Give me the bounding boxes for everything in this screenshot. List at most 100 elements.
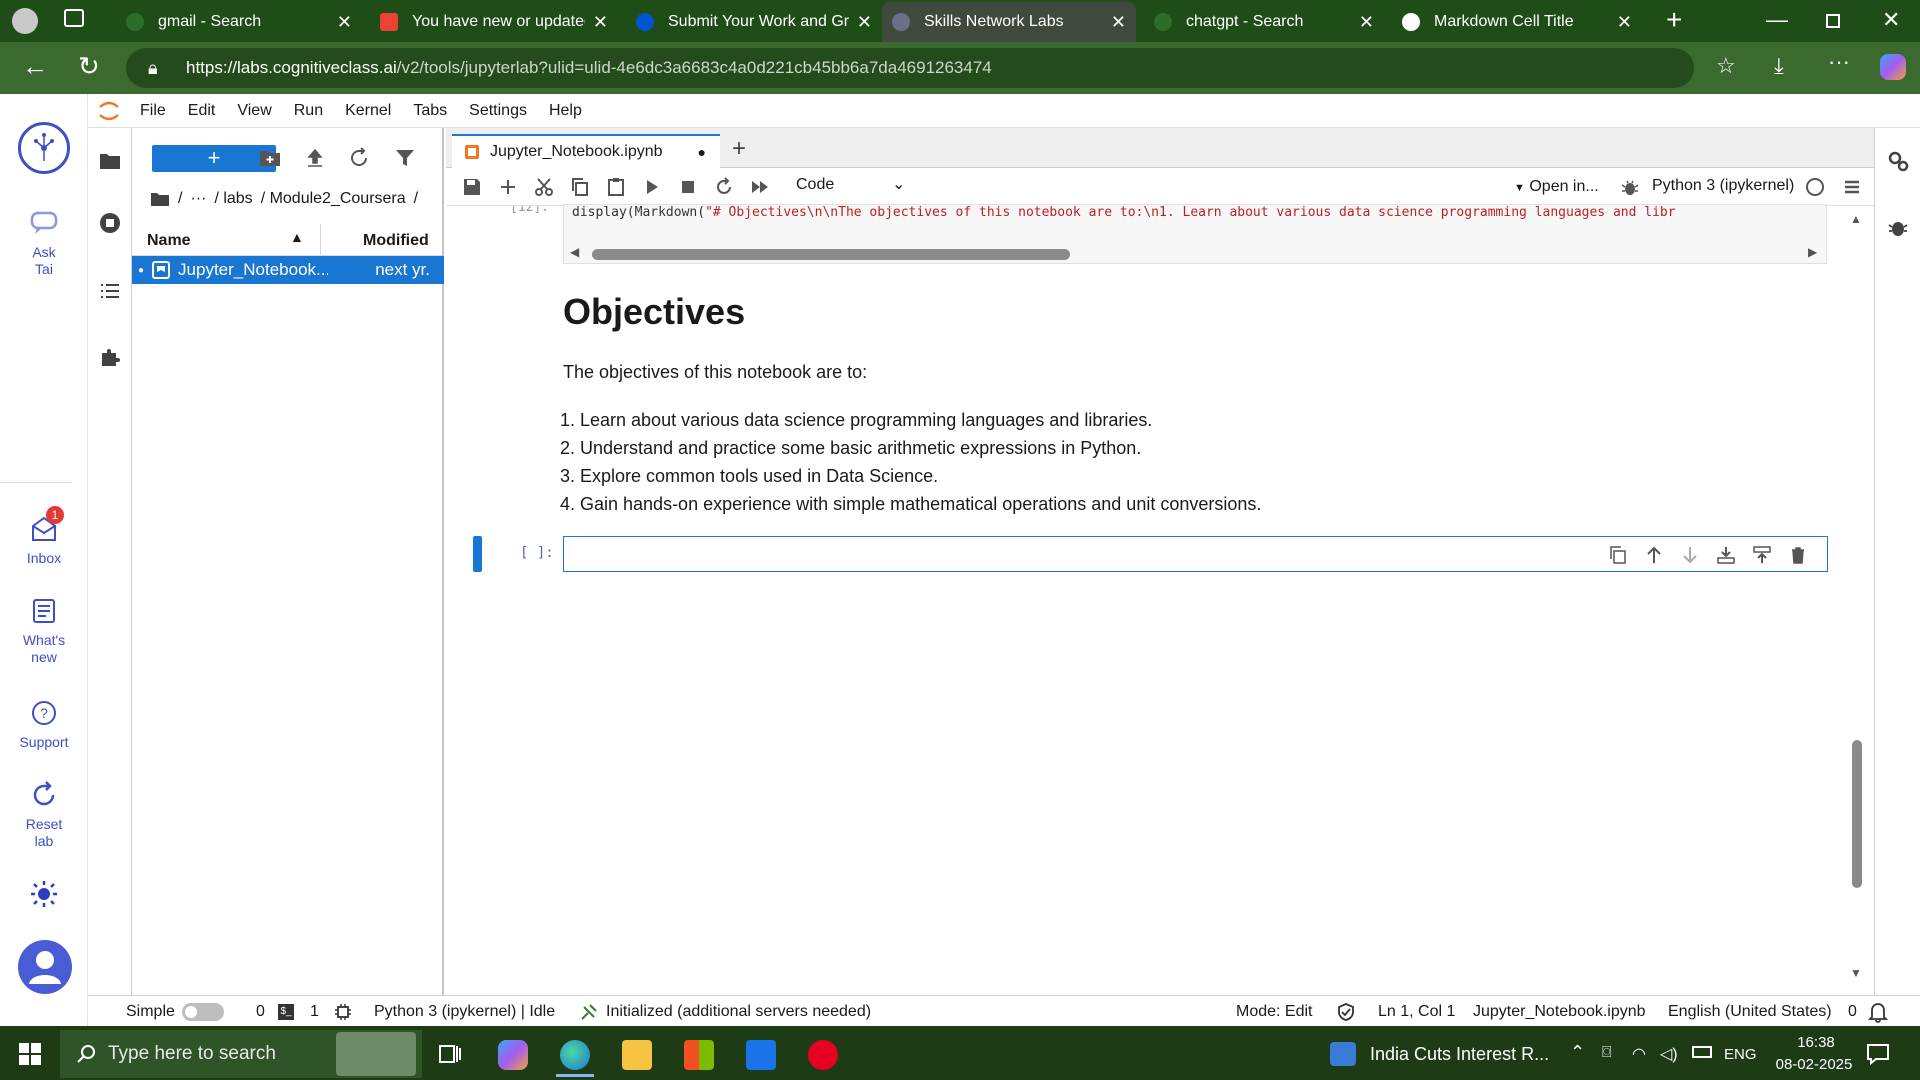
copilot-app-icon[interactable] [498, 1040, 528, 1070]
rail-item-reset-lab[interactable]: Reset lab [0, 780, 88, 850]
new-launcher-button[interactable]: + [152, 145, 276, 172]
extensions-puzzle-icon[interactable] [99, 346, 121, 368]
pinterest-app-icon[interactable] [808, 1040, 838, 1070]
microsoft-store-icon[interactable] [684, 1040, 714, 1070]
kernel-name[interactable]: Python 3 (ipykernel) [1652, 177, 1794, 195]
news-headline[interactable]: India Cuts Interest R... [1370, 1044, 1549, 1065]
insert-cell-icon[interactable] [498, 177, 518, 197]
stop-icon[interactable] [678, 177, 698, 197]
battery-icon[interactable] [1692, 1046, 1712, 1058]
address-bar[interactable]: 🔒︎ https://labs.cognitiveclass.ai/v2/too… [126, 48, 1694, 88]
insert-below-icon[interactable] [1716, 545, 1736, 565]
maximize-window-icon[interactable] [1826, 14, 1840, 28]
restart-icon[interactable] [714, 177, 734, 197]
profile-avatar-icon[interactable] [12, 8, 38, 34]
browser-tab-chatgpt-search[interactable]: chatgpt - Search ✕ [1144, 2, 1384, 42]
browser-tab-markdown-cell-title[interactable]: Markdown Cell Title ✕ [1392, 2, 1642, 42]
user-avatar-icon[interactable] [18, 940, 72, 994]
news-widget-icon[interactable] [1330, 1042, 1356, 1066]
menu-view[interactable]: View [237, 102, 271, 120]
scroll-left-icon[interactable]: ◀ [570, 245, 579, 259]
horizontal-scrollbar-thumb[interactable] [592, 249, 1070, 260]
scroll-down-icon[interactable]: ▼ [1850, 966, 1862, 980]
delete-cell-icon[interactable] [1788, 545, 1808, 565]
skills-network-logo-icon[interactable] [18, 122, 70, 174]
browser-tab-gmail[interactable]: You have new or updated g ✕ [370, 2, 618, 42]
file-row-selected[interactable]: ● Jupyter_Notebook... next yr. [132, 256, 444, 284]
upload-icon[interactable] [304, 147, 326, 169]
close-tab-icon[interactable]: ✕ [1359, 12, 1374, 33]
favorites-icon[interactable]: ☆ [1716, 54, 1736, 78]
close-tab-icon[interactable]: ✕ [1111, 12, 1126, 33]
edge-browser-icon[interactable] [560, 1040, 590, 1070]
simple-mode-toggle[interactable] [182, 1003, 224, 1021]
vertical-scrollbar-thumb[interactable] [1852, 740, 1862, 888]
tab-actions-icon[interactable] [64, 9, 84, 27]
running-sessions-icon[interactable] [99, 212, 121, 234]
close-tab-icon[interactable]: ✕ [1617, 12, 1632, 33]
breadcrumb-labs[interactable]: / labs [214, 190, 252, 208]
unsaved-dot-icon[interactable]: ● [698, 144, 706, 160]
new-tab-button[interactable]: + [726, 134, 752, 164]
new-folder-icon[interactable] [259, 147, 281, 169]
cut-icon[interactable] [534, 177, 554, 197]
menu-tabs[interactable]: Tabs [413, 102, 447, 120]
menu-hamburger-icon[interactable] [1842, 177, 1862, 197]
menu-help[interactable]: Help [549, 102, 582, 120]
scroll-up-icon[interactable]: ▲ [1850, 212, 1862, 226]
close-tab-icon[interactable]: ✕ [337, 12, 352, 33]
menu-kernel[interactable]: Kernel [345, 102, 391, 120]
empty-code-cell-input[interactable] [563, 536, 1828, 572]
debugger-bug-icon[interactable] [1887, 216, 1909, 238]
terminal-count[interactable]: 0 [256, 1003, 265, 1021]
volume-icon[interactable]: ◁) [1660, 1044, 1678, 1064]
breadcrumb-root[interactable]: / [178, 190, 182, 208]
lsp-status[interactable]: Initialized (additional servers needed) [606, 1003, 871, 1021]
paste-icon[interactable] [606, 177, 626, 197]
folder-home-icon[interactable] [150, 190, 170, 208]
browser-tab-skills-network[interactable]: Skills Network Labs ✕ [882, 2, 1136, 42]
cell-type-select[interactable]: Code ⌄ [796, 176, 908, 198]
menu-edit[interactable]: Edit [188, 102, 216, 120]
clock-time[interactable]: 16:38 [1784, 1034, 1848, 1051]
breadcrumb-ellipsis[interactable]: ··· [190, 190, 206, 208]
windows-start-icon[interactable] [18, 1042, 42, 1066]
reload-icon[interactable]: ↻ [78, 53, 100, 79]
close-tab-icon[interactable]: ✕ [857, 12, 872, 33]
wifi-icon[interactable]: ◠ [1632, 1044, 1646, 1064]
cursor-position[interactable]: Ln 1, Col 1 [1378, 1003, 1455, 1021]
rail-item-inbox[interactable]: 1 Inbox [0, 506, 88, 567]
kernel-count[interactable]: 1 [310, 1003, 319, 1021]
browser-tab-gmail-search[interactable]: gmail - Search ✕ [116, 2, 362, 42]
back-arrow-icon[interactable]: ← [22, 53, 48, 79]
input-language[interactable]: ENG [1724, 1046, 1757, 1063]
copy-icon[interactable] [570, 177, 590, 197]
notification-count[interactable]: 0 [1848, 1003, 1857, 1021]
rail-item-support[interactable]: ? Support [0, 698, 88, 751]
file-explorer-icon[interactable] [622, 1040, 652, 1070]
scroll-right-icon[interactable]: ▶ [1808, 245, 1817, 259]
rail-item-whats-new[interactable]: What's new [0, 596, 88, 666]
notification-bell-icon[interactable] [1868, 1001, 1888, 1023]
column-modified-header[interactable]: Modified [363, 232, 429, 250]
run-icon[interactable] [642, 177, 662, 197]
spellcheck-language[interactable]: English (United States) [1668, 1003, 1832, 1021]
move-up-icon[interactable] [1644, 545, 1664, 565]
folder-icon[interactable] [99, 150, 121, 172]
menu-file[interactable]: File [140, 102, 166, 120]
notification-center-icon[interactable] [1866, 1042, 1890, 1066]
move-down-icon[interactable] [1680, 545, 1700, 565]
menu-settings[interactable]: Settings [469, 102, 527, 120]
notebook-tab[interactable]: Jupyter_Notebook.ipynb ● [452, 134, 720, 168]
open-in-dropdown[interactable]: ▼ Open in... [1514, 178, 1599, 196]
fast-forward-icon[interactable] [750, 177, 770, 197]
active-cell-marker[interactable] [473, 536, 482, 572]
minimize-window-icon[interactable]: — [1766, 8, 1788, 32]
copilot-icon[interactable] [1880, 54, 1906, 80]
insert-above-icon[interactable] [1752, 545, 1772, 565]
trusted-shield-icon[interactable] [1336, 1002, 1356, 1022]
table-of-contents-icon[interactable] [99, 280, 121, 302]
duplicate-cell-icon[interactable] [1608, 545, 1628, 565]
new-tab-icon[interactable]: + [1666, 6, 1682, 34]
save-icon[interactable] [462, 177, 482, 197]
